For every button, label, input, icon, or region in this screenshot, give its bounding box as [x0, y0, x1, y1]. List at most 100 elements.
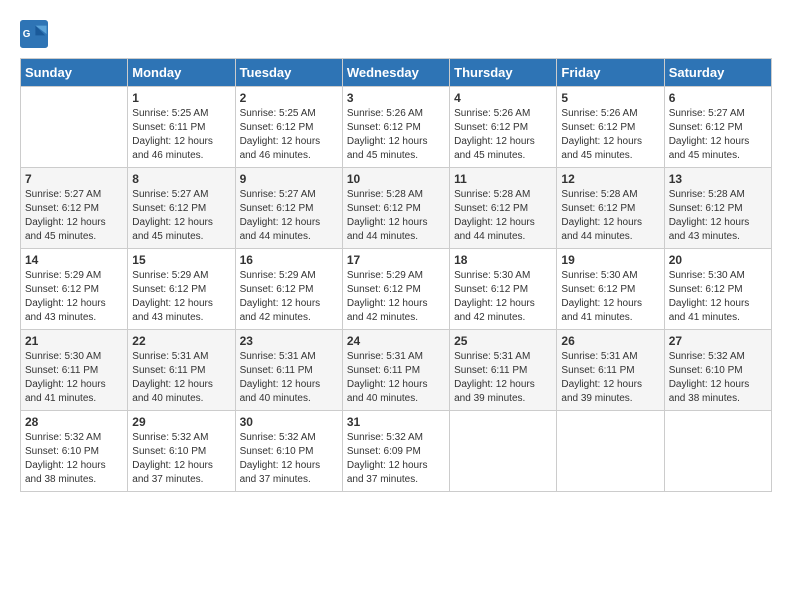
calendar-cell: 1 Sunrise: 5:25 AM Sunset: 6:11 PM Daylig…	[128, 87, 235, 168]
day-info: Sunrise: 5:28 AM Sunset: 6:12 PM Dayligh…	[561, 188, 659, 244]
day-number: 8	[132, 172, 230, 186]
day-number: 20	[669, 253, 767, 267]
calendar-cell: 14 Sunrise: 5:29 AM Sunset: 6:12 PM Dayli…	[21, 249, 128, 330]
day-info: Sunrise: 5:31 AM Sunset: 6:11 PM Dayligh…	[454, 350, 552, 406]
day-number: 7	[25, 172, 123, 186]
calendar-cell: 23 Sunrise: 5:31 AM Sunset: 6:11 PM Dayli…	[235, 330, 342, 411]
calendar-cell: 25 Sunrise: 5:31 AM Sunset: 6:11 PM Dayli…	[450, 330, 557, 411]
day-number: 11	[454, 172, 552, 186]
day-number: 31	[347, 415, 445, 429]
calendar-cell: 10 Sunrise: 5:28 AM Sunset: 6:12 PM Dayli…	[342, 168, 449, 249]
calendar-cell: 28 Sunrise: 5:32 AM Sunset: 6:10 PM Dayli…	[21, 411, 128, 492]
day-number: 28	[25, 415, 123, 429]
day-info: Sunrise: 5:31 AM Sunset: 6:11 PM Dayligh…	[240, 350, 338, 406]
calendar-cell: 5 Sunrise: 5:26 AM Sunset: 6:12 PM Daylig…	[557, 87, 664, 168]
calendar-cell	[21, 87, 128, 168]
day-info: Sunrise: 5:32 AM Sunset: 6:10 PM Dayligh…	[25, 431, 123, 487]
day-info: Sunrise: 5:27 AM Sunset: 6:12 PM Dayligh…	[25, 188, 123, 244]
day-info: Sunrise: 5:32 AM Sunset: 6:10 PM Dayligh…	[240, 431, 338, 487]
day-info: Sunrise: 5:28 AM Sunset: 6:12 PM Dayligh…	[347, 188, 445, 244]
calendar-cell: 20 Sunrise: 5:30 AM Sunset: 6:12 PM Dayli…	[664, 249, 771, 330]
day-info: Sunrise: 5:27 AM Sunset: 6:12 PM Dayligh…	[132, 188, 230, 244]
calendar-cell	[557, 411, 664, 492]
day-number: 14	[25, 253, 123, 267]
calendar-cell: 18 Sunrise: 5:30 AM Sunset: 6:12 PM Dayli…	[450, 249, 557, 330]
day-number: 23	[240, 334, 338, 348]
day-info: Sunrise: 5:30 AM Sunset: 6:12 PM Dayligh…	[561, 269, 659, 325]
calendar-cell: 2 Sunrise: 5:25 AM Sunset: 6:12 PM Daylig…	[235, 87, 342, 168]
day-number: 22	[132, 334, 230, 348]
week-row-3: 14 Sunrise: 5:29 AM Sunset: 6:12 PM Dayli…	[21, 249, 772, 330]
column-header-sunday: Sunday	[21, 59, 128, 87]
calendar-cell: 30 Sunrise: 5:32 AM Sunset: 6:10 PM Dayli…	[235, 411, 342, 492]
logo: G	[20, 20, 50, 48]
day-number: 19	[561, 253, 659, 267]
day-info: Sunrise: 5:30 AM Sunset: 6:12 PM Dayligh…	[454, 269, 552, 325]
day-number: 5	[561, 91, 659, 105]
day-info: Sunrise: 5:25 AM Sunset: 6:11 PM Dayligh…	[132, 107, 230, 163]
calendar-cell	[450, 411, 557, 492]
week-row-4: 21 Sunrise: 5:30 AM Sunset: 6:11 PM Dayli…	[21, 330, 772, 411]
calendar-body: 1 Sunrise: 5:25 AM Sunset: 6:11 PM Daylig…	[21, 87, 772, 492]
calendar-cell: 9Sunrise: 5:27 AM Sunset: 6:12 PM Daylig…	[235, 168, 342, 249]
week-row-2: 7 Sunrise: 5:27 AM Sunset: 6:12 PM Daylig…	[21, 168, 772, 249]
calendar-cell: 11Sunrise: 5:28 AM Sunset: 6:12 PM Dayli…	[450, 168, 557, 249]
calendar-cell: 3 Sunrise: 5:26 AM Sunset: 6:12 PM Daylig…	[342, 87, 449, 168]
day-number: 30	[240, 415, 338, 429]
day-number: 2	[240, 91, 338, 105]
day-number: 6	[669, 91, 767, 105]
day-number: 24	[347, 334, 445, 348]
calendar-cell: 15 Sunrise: 5:29 AM Sunset: 6:12 PM Dayli…	[128, 249, 235, 330]
day-info: Sunrise: 5:28 AM Sunset: 6:12 PM Dayligh…	[669, 188, 767, 244]
calendar-cell: 7 Sunrise: 5:27 AM Sunset: 6:12 PM Daylig…	[21, 168, 128, 249]
page-header: G	[20, 20, 772, 48]
logo-icon: G	[20, 20, 48, 48]
day-info: Sunrise: 5:31 AM Sunset: 6:11 PM Dayligh…	[132, 350, 230, 406]
day-number: 25	[454, 334, 552, 348]
day-number: 26	[561, 334, 659, 348]
day-number: 13	[669, 172, 767, 186]
calendar-cell: 16Sunrise: 5:29 AM Sunset: 6:12 PM Dayli…	[235, 249, 342, 330]
day-number: 17	[347, 253, 445, 267]
column-header-monday: Monday	[128, 59, 235, 87]
day-number: 10	[347, 172, 445, 186]
calendar-cell: 24 Sunrise: 5:31 AM Sunset: 6:11 PM Dayli…	[342, 330, 449, 411]
day-info: Sunrise: 5:30 AM Sunset: 6:11 PM Dayligh…	[25, 350, 123, 406]
day-info: Sunrise: 5:31 AM Sunset: 6:11 PM Dayligh…	[347, 350, 445, 406]
calendar-cell: 21 Sunrise: 5:30 AM Sunset: 6:11 PM Dayli…	[21, 330, 128, 411]
day-info: Sunrise: 5:26 AM Sunset: 6:12 PM Dayligh…	[454, 107, 552, 163]
day-info: Sunrise: 5:27 AM Sunset: 6:12 PM Dayligh…	[669, 107, 767, 163]
calendar-cell: 8 Sunrise: 5:27 AM Sunset: 6:12 PM Daylig…	[128, 168, 235, 249]
week-row-1: 1 Sunrise: 5:25 AM Sunset: 6:11 PM Daylig…	[21, 87, 772, 168]
calendar-header: SundayMondayTuesdayWednesdayThursdayFrid…	[21, 59, 772, 87]
day-number: 12	[561, 172, 659, 186]
day-info: Sunrise: 5:29 AM Sunset: 6:12 PM Dayligh…	[25, 269, 123, 325]
day-number: 29	[132, 415, 230, 429]
day-number: 4	[454, 91, 552, 105]
day-info: Sunrise: 5:32 AM Sunset: 6:10 PM Dayligh…	[669, 350, 767, 406]
day-info: Sunrise: 5:26 AM Sunset: 6:12 PM Dayligh…	[561, 107, 659, 163]
calendar-cell: 6 Sunrise: 5:27 AM Sunset: 6:12 PM Daylig…	[664, 87, 771, 168]
day-info: Sunrise: 5:29 AM Sunset: 6:12 PM Dayligh…	[132, 269, 230, 325]
day-info: Sunrise: 5:26 AM Sunset: 6:12 PM Dayligh…	[347, 107, 445, 163]
day-number: 18	[454, 253, 552, 267]
day-info: Sunrise: 5:32 AM Sunset: 6:09 PM Dayligh…	[347, 431, 445, 487]
day-number: 3	[347, 91, 445, 105]
column-header-tuesday: Tuesday	[235, 59, 342, 87]
calendar-cell: 19 Sunrise: 5:30 AM Sunset: 6:12 PM Dayli…	[557, 249, 664, 330]
calendar-cell	[664, 411, 771, 492]
day-info: Sunrise: 5:25 AM Sunset: 6:12 PM Dayligh…	[240, 107, 338, 163]
calendar-cell: 17Sunrise: 5:29 AM Sunset: 6:12 PM Dayli…	[342, 249, 449, 330]
calendar-cell: 29Sunrise: 5:32 AM Sunset: 6:10 PM Dayli…	[128, 411, 235, 492]
column-header-saturday: Saturday	[664, 59, 771, 87]
day-info: Sunrise: 5:30 AM Sunset: 6:12 PM Dayligh…	[669, 269, 767, 325]
day-number: 21	[25, 334, 123, 348]
calendar-cell: 13 Sunrise: 5:28 AM Sunset: 6:12 PM Dayli…	[664, 168, 771, 249]
day-number: 1	[132, 91, 230, 105]
calendar-table: SundayMondayTuesdayWednesdayThursdayFrid…	[20, 58, 772, 492]
week-row-5: 28 Sunrise: 5:32 AM Sunset: 6:10 PM Dayli…	[21, 411, 772, 492]
day-info: Sunrise: 5:29 AM Sunset: 6:12 PM Dayligh…	[240, 269, 338, 325]
calendar-cell: 27Sunrise: 5:32 AM Sunset: 6:10 PM Dayli…	[664, 330, 771, 411]
day-number: 9	[240, 172, 338, 186]
day-number: 15	[132, 253, 230, 267]
